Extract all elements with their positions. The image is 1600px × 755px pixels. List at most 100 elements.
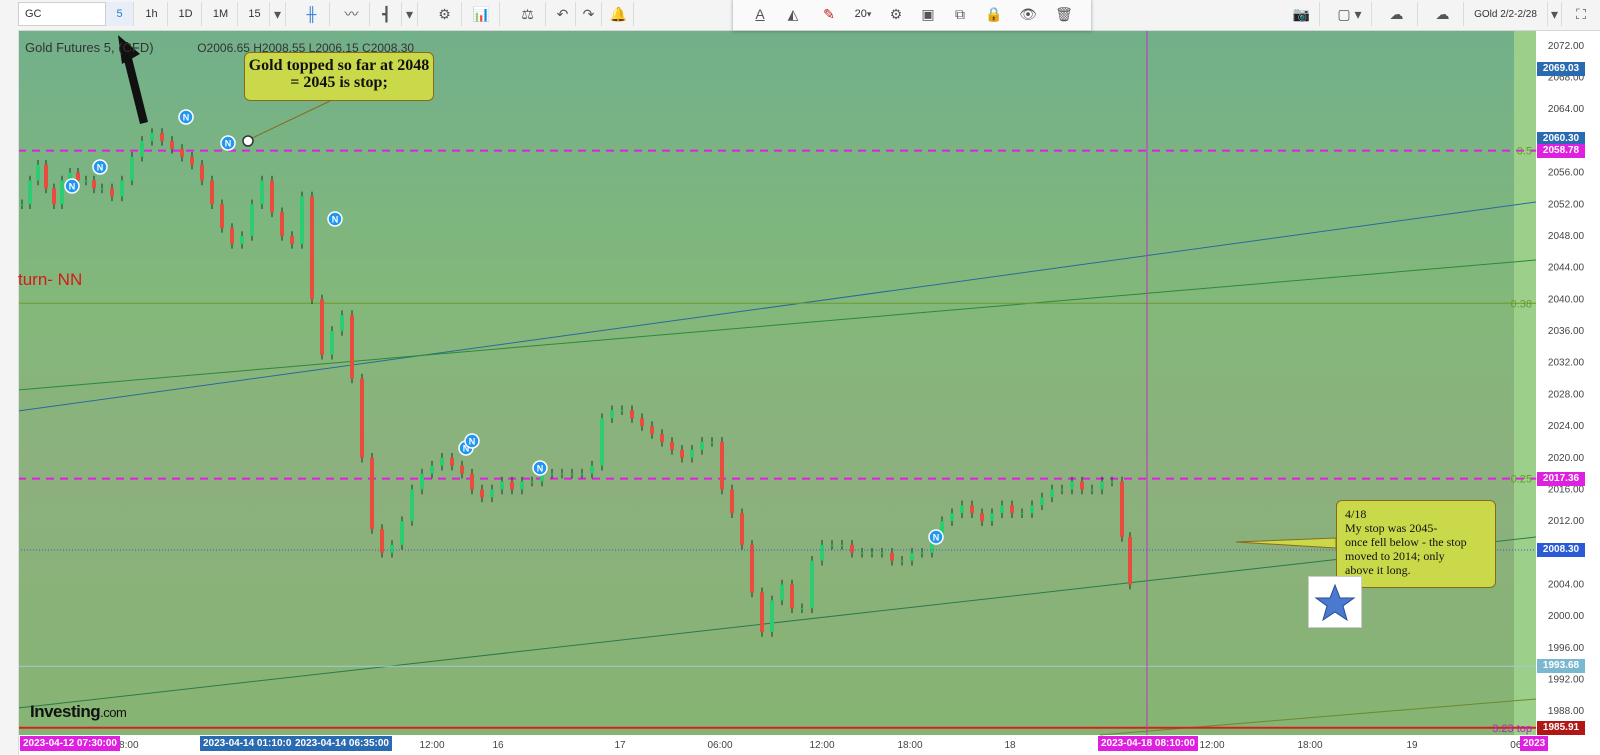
candle-body <box>750 544 754 593</box>
line-color-button[interactable]: ✎ <box>813 2 845 26</box>
news-marker-letter: N <box>69 182 76 192</box>
candle-body <box>820 544 824 561</box>
investing-logo: Investing.com <box>30 702 127 722</box>
annotation-red-text[interactable]: turn- NN <box>18 270 82 290</box>
trash-icon: 🗑 <box>1055 5 1073 22</box>
candle-body <box>900 560 904 562</box>
y-tick-label: 1992.00 <box>1548 675 1585 686</box>
candle-body <box>360 378 364 458</box>
candle-body <box>170 140 174 149</box>
left-drawing-strip[interactable] <box>0 30 19 755</box>
candle-body <box>630 410 634 419</box>
interval-1m[interactable]: 1M <box>204 2 238 26</box>
indicators-icon: 📊 <box>472 5 491 22</box>
layout-dropdown[interactable]: ▾ <box>1548 2 1562 26</box>
candle-body <box>520 481 524 490</box>
interval-1h[interactable]: 1h <box>136 2 168 26</box>
star-icon <box>1314 583 1356 622</box>
star-image[interactable] <box>1308 576 1362 628</box>
candle-body <box>1100 481 1104 490</box>
candle-body <box>260 180 264 205</box>
candle-body <box>510 481 514 490</box>
line-chart-button[interactable]: 〰 <box>334 2 370 26</box>
news-marker-letter: N <box>537 464 544 474</box>
chart-plot-background <box>18 30 1514 735</box>
callout-top-note[interactable]: Gold topped so far at 2048 = 2045 is sto… <box>244 52 434 101</box>
price-chart[interactable]: 0.50.380.253.23 top NNNNNNNNN 1988.00199… <box>0 0 1600 755</box>
candle-body <box>460 465 464 474</box>
candle-body <box>870 552 874 554</box>
text-color-button[interactable]: A <box>745 2 775 26</box>
fill-color-button[interactable]: ◭ <box>777 2 809 26</box>
candle-body <box>760 592 764 633</box>
callout-right-line: moved to 2014; only <box>1345 549 1445 563</box>
layout-button[interactable]: ▢ ▾ <box>1328 2 1372 26</box>
price-tag: 1993.68 <box>1537 659 1585 674</box>
interval-15[interactable]: 15 <box>240 2 270 26</box>
cloud-save-button[interactable]: ☁ <box>1422 2 1464 26</box>
hide-button[interactable]: 👁 <box>1013 2 1043 26</box>
snapshot-button[interactable]: 📷 <box>1284 2 1320 26</box>
candle-body <box>570 473 574 475</box>
x-tick-label: 12:00 <box>809 740 834 751</box>
paint-bucket-icon: ◭ <box>787 5 799 22</box>
callout-right-line: once fell below - the stop <box>1345 535 1467 549</box>
candles-icon: ╫ <box>306 6 317 22</box>
font-size-select[interactable]: 20 ▾ <box>847 2 879 26</box>
chevron-down-icon: ▾ <box>405 5 414 22</box>
layout-name[interactable]: GOld 2/2-2/28 <box>1464 2 1548 26</box>
chevron-down-icon: ▾ <box>273 5 282 22</box>
candles-button[interactable]: ╫ <box>294 2 330 26</box>
y-tick-label: 1988.00 <box>1548 706 1585 717</box>
visibility-menu-button[interactable]: ▣ <box>913 2 943 26</box>
candle-body <box>120 180 124 197</box>
candle-body <box>660 433 664 442</box>
cloud-load-button[interactable]: ☁ <box>1376 2 1418 26</box>
candle-body <box>340 315 344 332</box>
candle-body <box>700 441 704 450</box>
candle-body <box>110 188 114 197</box>
compare-icon: ⚖ <box>521 5 534 22</box>
time-tag: 2023-04-18 08:10:00 <box>1098 736 1198 751</box>
undo-button[interactable]: ↶ <box>550 2 576 26</box>
candle-body <box>740 513 744 545</box>
redo-button[interactable]: ↷ <box>576 2 602 26</box>
bar-type-dropdown[interactable]: ▾ <box>402 2 418 26</box>
legend-title[interactable]: Gold Futures 5, (CFD) <box>25 40 154 55</box>
candle-body <box>550 473 554 475</box>
settings-button[interactable]: ⚙ <box>428 2 462 26</box>
candle-body <box>1030 505 1034 514</box>
delete-button[interactable]: 🗑 <box>1049 2 1079 26</box>
indicators-button[interactable]: 📊 <box>464 2 500 26</box>
compare-button[interactable]: ⚖ <box>510 2 546 26</box>
bar-type-icon: ┫ <box>382 5 391 22</box>
drawing-settings-button[interactable]: ⚙ <box>881 2 911 26</box>
candle-body <box>980 513 984 522</box>
symbol-input[interactable]: GC <box>18 2 106 26</box>
price-tag: 2017.36 <box>1537 471 1585 486</box>
logo-main: Investing <box>30 702 101 721</box>
fib-level-label: 0.5 <box>1517 146 1532 158</box>
lock-button[interactable]: 🔒 <box>979 2 1009 26</box>
interval-1d[interactable]: 1D <box>170 2 202 26</box>
callout-right-line: 4/18 <box>1345 507 1367 521</box>
news-marker-letter: N <box>97 163 104 173</box>
candle-body <box>140 140 144 157</box>
bar-type-button[interactable]: ┫ <box>372 2 402 26</box>
candle-body <box>1050 489 1054 498</box>
candle-body <box>560 473 564 475</box>
candle-body <box>52 188 56 205</box>
clone-button[interactable]: ⧉ <box>945 2 975 26</box>
interval-dropdown[interactable]: ▾ <box>270 2 286 26</box>
candle-body <box>300 196 304 244</box>
alert-button[interactable]: 🔔 <box>604 2 634 26</box>
fullscreen-button[interactable]: ⛶ <box>1566 2 1596 26</box>
x-tick-label: 06:00 <box>707 740 732 751</box>
candle-body <box>270 180 274 213</box>
x-tick-label: 19 <box>1406 740 1418 751</box>
candle-body <box>200 164 204 181</box>
callout-right-note[interactable]: 4/18 My stop was 2045- once fell below -… <box>1336 500 1496 588</box>
candle-body <box>190 156 194 165</box>
interval-5[interactable]: 5 <box>106 2 134 26</box>
fib-level-label: 3.23 top <box>1492 723 1532 735</box>
